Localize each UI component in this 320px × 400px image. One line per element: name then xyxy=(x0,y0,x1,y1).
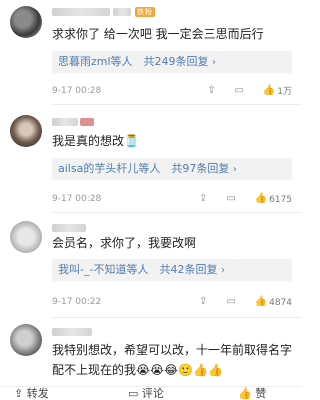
comment-date: 9-17 00:22 xyxy=(52,297,102,307)
repost-button[interactable]: ⇪ 转发 xyxy=(14,387,49,400)
share-icon[interactable]: ⇪ xyxy=(199,295,207,309)
share-icon[interactable]: ⇪ xyxy=(199,192,207,206)
chevron-right-icon: › xyxy=(220,265,225,276)
like-button[interactable]: 👍 赞 xyxy=(238,387,266,400)
username[interactable]: 铁粉 xyxy=(52,7,155,18)
divider xyxy=(52,104,302,105)
chevron-right-icon: › xyxy=(212,57,217,68)
reply-summary[interactable]: 思暮雨zml等人 共249条回复 › xyxy=(52,51,292,73)
comment-meta: 9-17 00:28 ⇪ ▭ 👍 6175 xyxy=(52,192,292,206)
comment-text: 我特别想改，希望可以改，十一年前取得名字配不上现在的我😭😭😂🙂👍👍 xyxy=(52,343,293,377)
reply-summary[interactable]: ailsa的芋头杆儿等人 共97条回复 › xyxy=(52,158,292,180)
reply-total[interactable]: 共97条回复 xyxy=(171,162,229,175)
comment-button[interactable]: ▭ 评论 xyxy=(128,387,164,400)
like-count: 4874 xyxy=(269,297,292,308)
divider xyxy=(52,212,302,213)
fan-badge: 铁粉 xyxy=(135,7,155,17)
comment-icon[interactable]: ▭ xyxy=(226,295,235,309)
reply-total[interactable]: 共249条回复 xyxy=(144,55,209,68)
thumb-up-icon[interactable]: 👍 xyxy=(263,84,275,98)
divider xyxy=(52,317,302,318)
avatar[interactable] xyxy=(10,221,42,253)
thumb-up-icon[interactable]: 👍 xyxy=(255,295,267,309)
bottom-action-bar: ⇪ 转发 ▭ 评论 👍 赞 xyxy=(0,386,302,400)
comment-text: 会员名，求你了，我要改啊 xyxy=(52,236,197,250)
comment-meta: 9-17 00:28 ⇪ ▭ 👍 1万 xyxy=(52,84,292,98)
reply-names[interactable]: 思暮雨zml等人 xyxy=(58,55,133,68)
avatar[interactable] xyxy=(10,324,42,356)
reply-names[interactable]: 我叫-_-不知道等人 xyxy=(58,263,148,276)
username[interactable] xyxy=(52,117,94,128)
share-icon[interactable]: ⇪ xyxy=(207,84,215,98)
repost-label: 转发 xyxy=(26,387,49,400)
reply-total[interactable]: 共42条回复 xyxy=(159,263,217,276)
comment-date: 9-17 00:28 xyxy=(52,194,102,204)
reply-summary[interactable]: 我叫-_-不知道等人 共42条回复 › xyxy=(52,259,292,281)
comment-meta: 9-17 00:22 ⇪ ▭ 👍 4874 xyxy=(52,295,292,309)
reply-names[interactable]: ailsa的芋头杆儿等人 xyxy=(58,162,160,175)
comment-date: 9-17 00:28 xyxy=(52,86,102,96)
like-count: 6175 xyxy=(269,194,292,205)
thumb-up-icon[interactable]: 👍 xyxy=(255,192,267,206)
comment-icon: ▭ xyxy=(128,387,139,400)
like-count: 1万 xyxy=(277,86,292,97)
username[interactable] xyxy=(52,327,92,338)
like-label: 赞 xyxy=(255,387,267,400)
comment-icon[interactable]: ▭ xyxy=(234,84,243,98)
share-icon: ⇪ xyxy=(14,387,24,400)
comment-label: 评论 xyxy=(141,387,164,400)
chevron-right-icon: › xyxy=(232,164,237,175)
avatar[interactable] xyxy=(10,6,42,38)
comment-text: 求求你了 给一次吧 我一定会三思而后行 xyxy=(52,27,264,41)
thumb-up-icon: 👍 xyxy=(238,387,252,400)
comment-text: 我是真的想改🫙 xyxy=(52,134,139,148)
comment-icon[interactable]: ▭ xyxy=(226,192,235,206)
avatar[interactable] xyxy=(10,115,42,147)
